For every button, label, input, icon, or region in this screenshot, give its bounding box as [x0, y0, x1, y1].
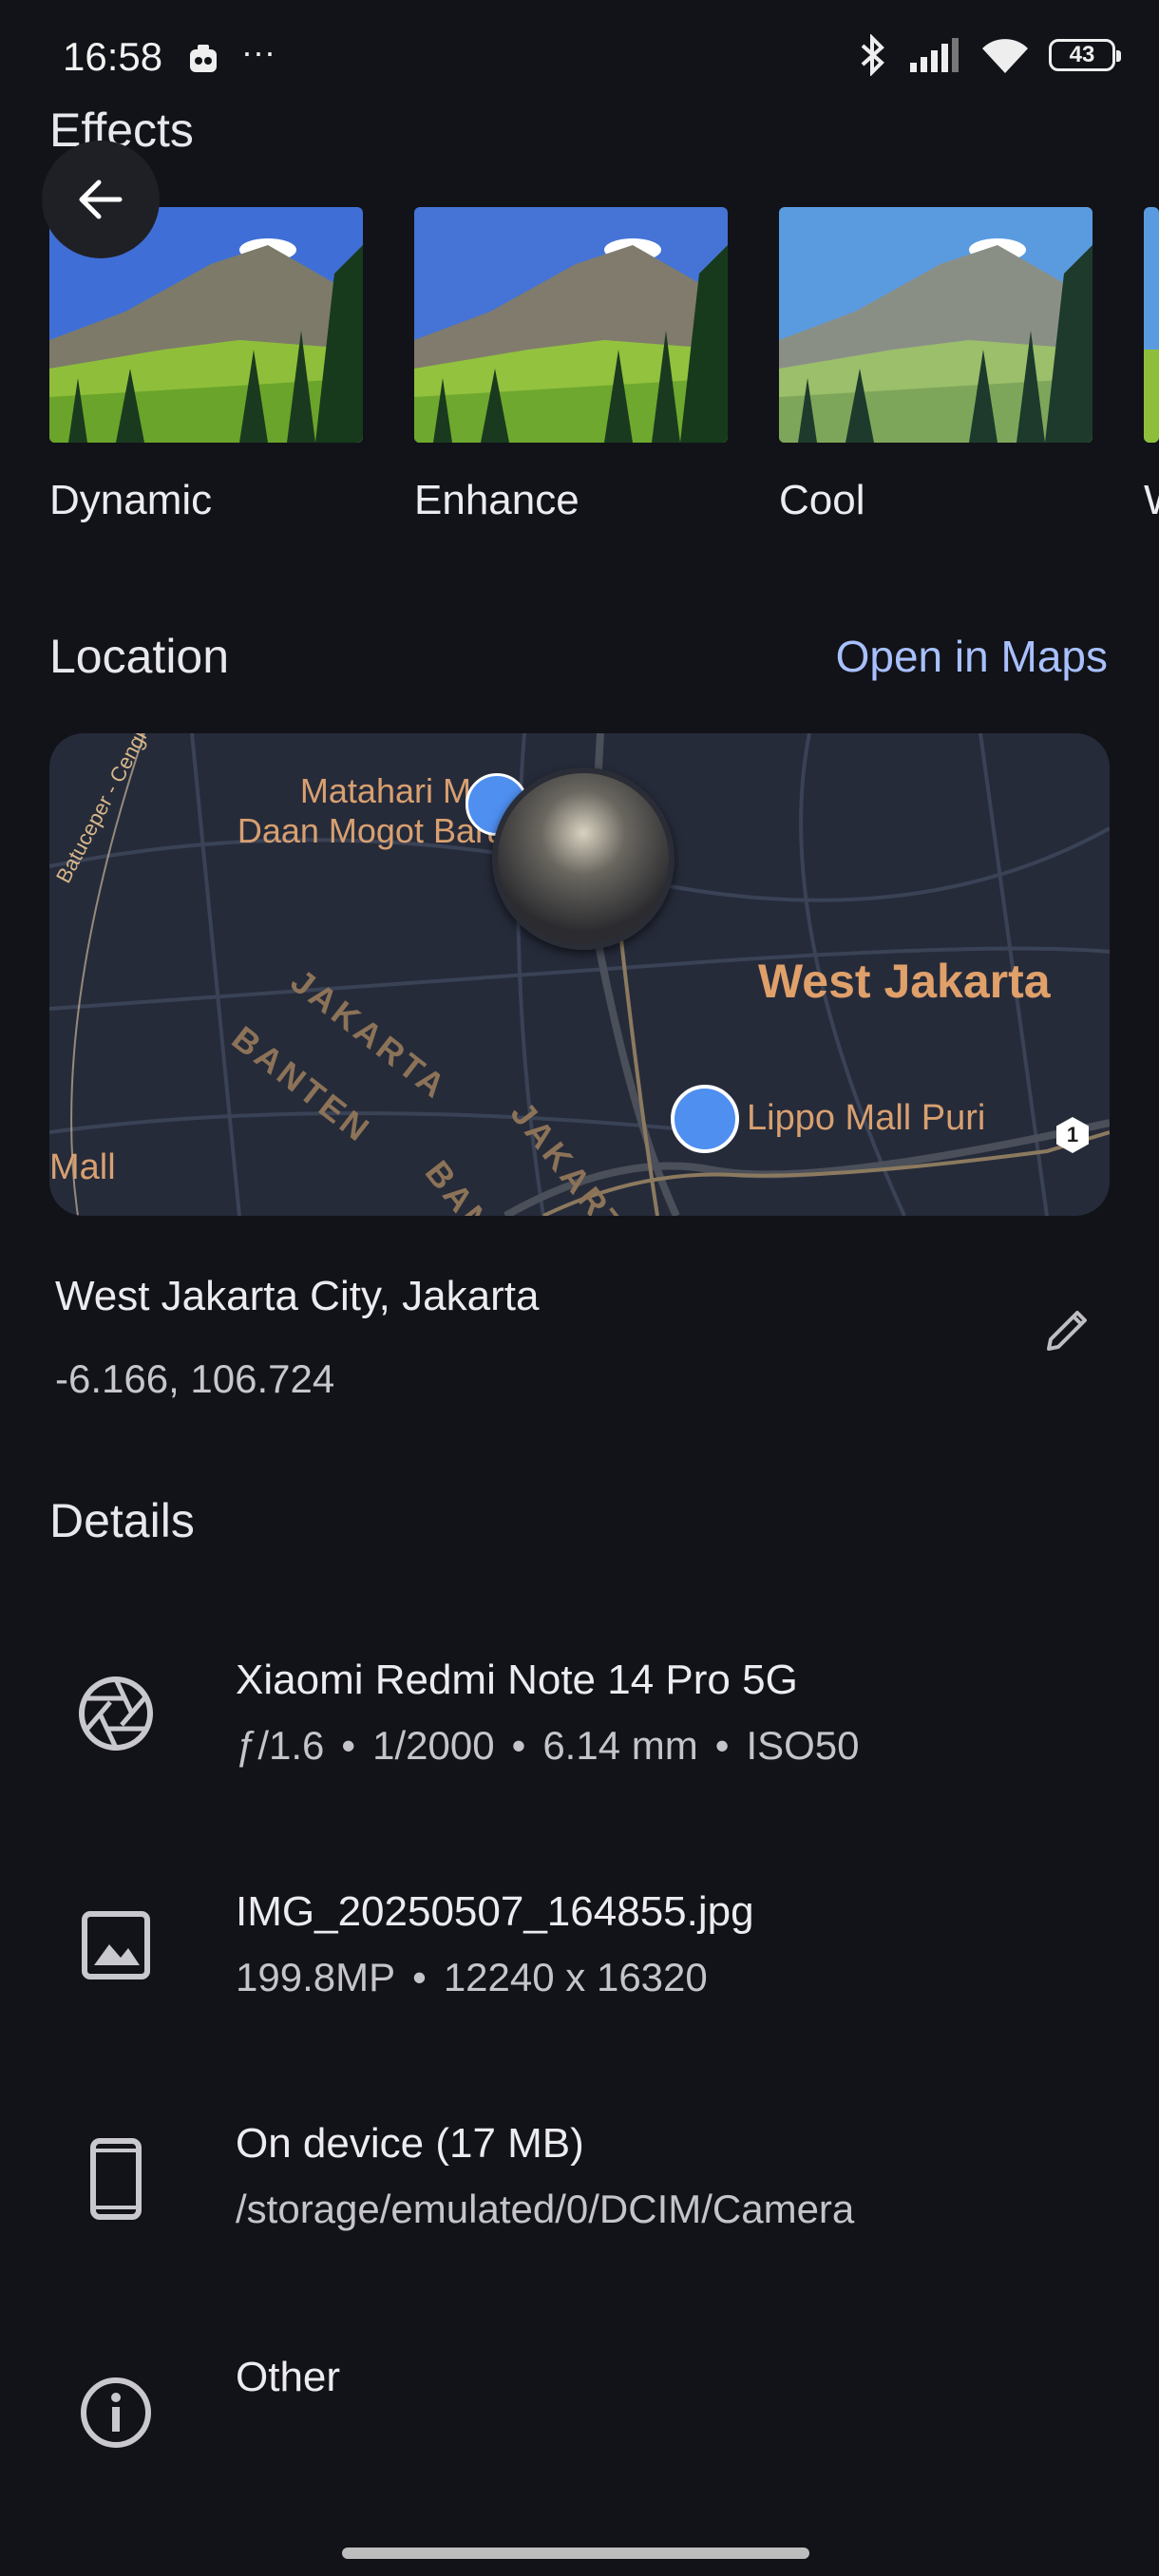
file-dimensions: 199.8MP • 12240 x 16320	[236, 1955, 708, 1999]
details-title: Details	[49, 1494, 195, 1547]
location-title: Location	[49, 630, 230, 683]
map-label-region: West Jakarta	[758, 955, 1051, 1008]
back-button[interactable]	[42, 141, 160, 258]
camera-aperture-icon	[74, 1672, 158, 1755]
open-in-maps-link[interactable]: Open in Maps	[836, 631, 1108, 682]
shutter-value: 1/2000	[372, 1723, 495, 1768]
pencil-icon	[1047, 1311, 1087, 1351]
status-icons: 43	[857, 34, 1121, 76]
storage-title: On device (17 MB)	[236, 2120, 584, 2167]
file-name: IMG_20250507_164855.jpg	[236, 1888, 754, 1935]
map-label-mall: Mall	[49, 1147, 116, 1187]
effect-thumb-partial[interactable]	[1144, 207, 1159, 443]
arrow-back-icon	[79, 180, 123, 219]
edit-location-button[interactable]	[1039, 1301, 1096, 1363]
effect-label-partial[interactable]: W	[1144, 477, 1159, 524]
photo-location-marker[interactable]	[492, 767, 674, 950]
effect-label-dynamic[interactable]: Dynamic	[49, 477, 212, 524]
storage-path: /storage/emulated/0/DCIM/Camera	[236, 2187, 855, 2231]
resolution-value: 12240 x 16320	[443, 1955, 708, 1999]
camera-settings: ƒ/1.6 • 1/2000 • 6.14 mm • ISO50	[236, 1723, 860, 1768]
map-label-matahari: Matahari Mall Daan Mogot Baru	[237, 771, 505, 850]
location-map[interactable]: Batuceper - Cengkare Matahari Mall Daan …	[49, 733, 1110, 1216]
app-notification-icon	[186, 42, 220, 81]
signal-icon	[910, 38, 959, 72]
phone-icon	[74, 2137, 158, 2221]
other-title: Other	[236, 2354, 341, 2400]
more-notifications-icon: ···	[241, 32, 276, 71]
home-indicator[interactable]	[342, 2548, 809, 2559]
megapixels-value: 199.8MP	[236, 1955, 396, 1999]
focal-length-value: 6.14 mm	[542, 1723, 698, 1768]
info-icon	[74, 2371, 158, 2454]
location-coordinates: -6.166, 106.724	[55, 1356, 335, 1401]
effect-label-enhance[interactable]: Enhance	[414, 477, 580, 524]
shopping-pin-icon-2[interactable]	[671, 1085, 739, 1153]
bluetooth-icon	[861, 34, 884, 76]
image-icon	[74, 1904, 158, 1987]
camera-model: Xiaomi Redmi Note 14 Pro 5G	[236, 1657, 798, 1703]
map-label-lippo: Lippo Mall Puri	[747, 1098, 986, 1138]
effect-label-cool[interactable]: Cool	[779, 477, 865, 524]
iso-value: ISO50	[746, 1723, 860, 1768]
battery-indicator: 43	[1049, 39, 1121, 71]
aperture-value: ƒ/1.6	[236, 1723, 325, 1768]
effect-thumb-enhance[interactable]	[414, 207, 728, 443]
status-time: 16:58	[63, 34, 163, 79]
wifi-icon	[982, 39, 1028, 73]
effect-thumb-cool[interactable]	[779, 207, 1092, 443]
location-name: West Jakarta City, Jakarta	[55, 1273, 540, 1319]
